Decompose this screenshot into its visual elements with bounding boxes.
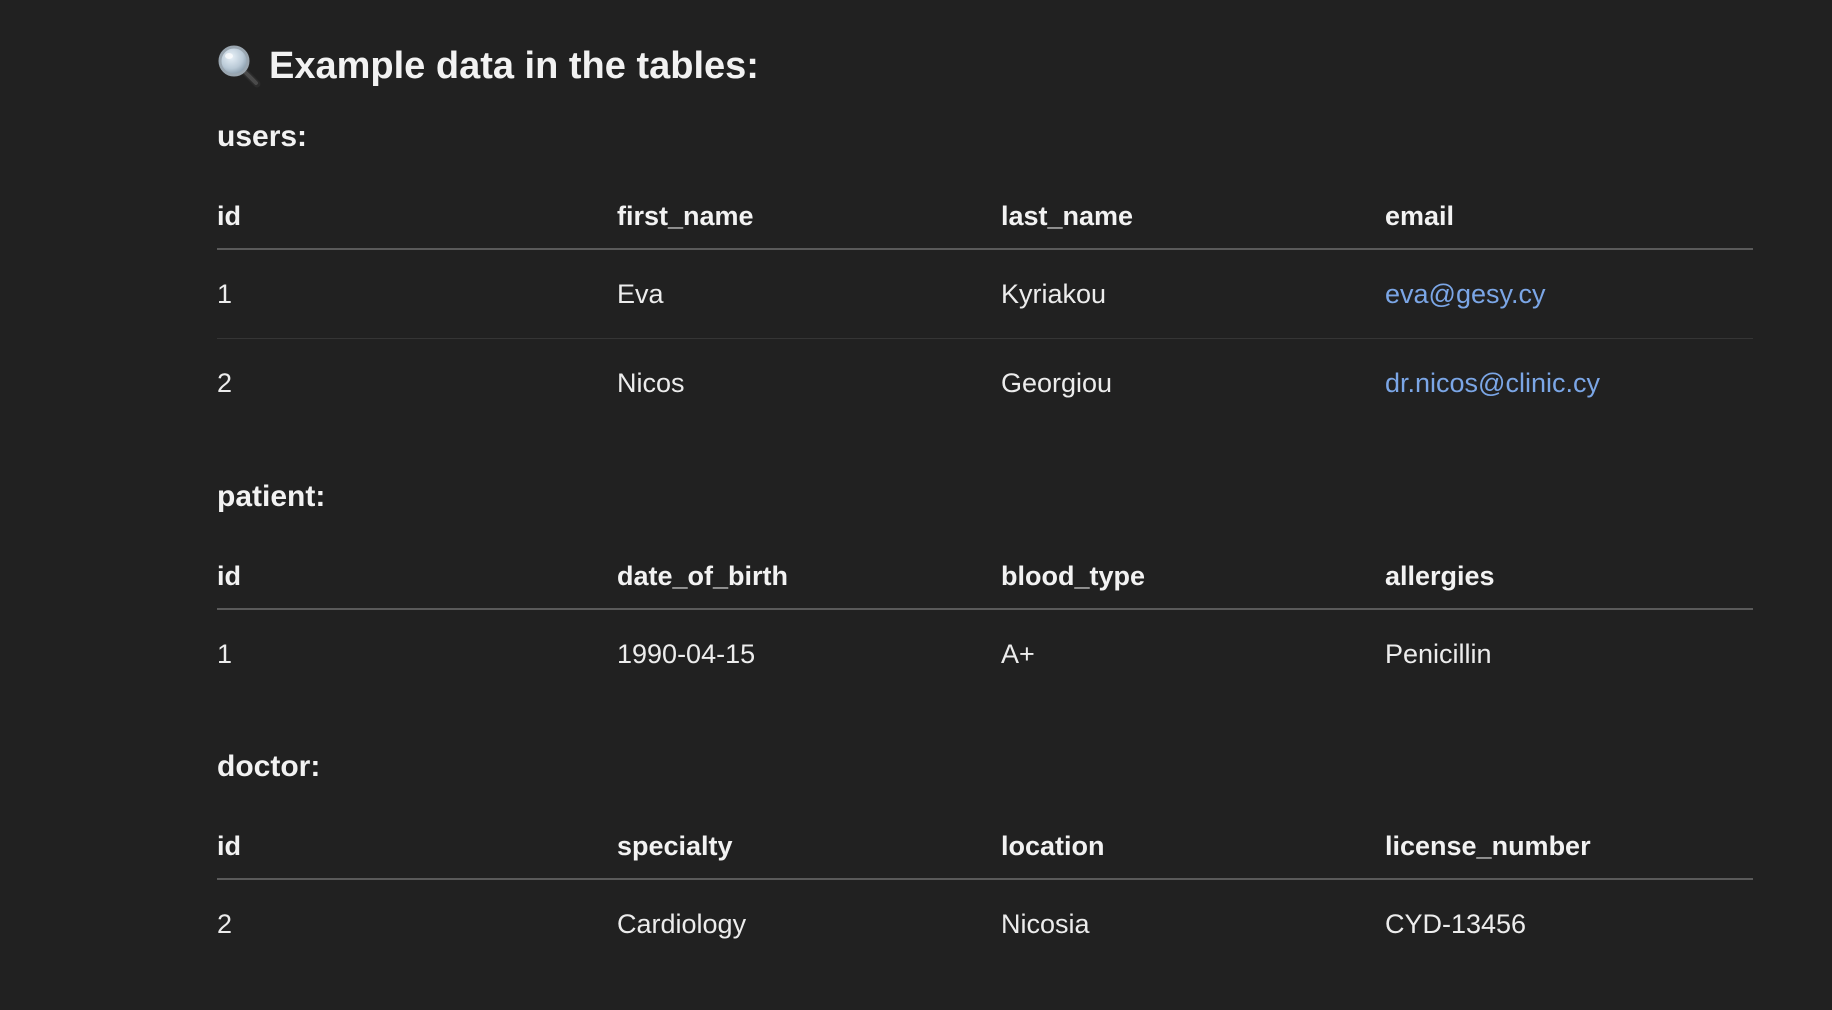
table-cell: 1990-04-15 <box>617 638 756 669</box>
patient-table: id date_of_birth blood_type allergies 1 … <box>217 544 1753 698</box>
section-title-doctor: doctor: <box>217 750 321 783</box>
table-header-row: id date_of_birth blood_type allergies <box>217 544 1753 610</box>
table-cell: 1 <box>217 638 233 669</box>
table-cell: Penicillin <box>1385 638 1492 669</box>
table-row: 1 Eva Kyriakou eva@gesy.cy <box>217 249 1753 339</box>
column-header: email <box>1385 184 1753 250</box>
table-header-row: id first_name last_name email <box>217 184 1753 250</box>
email-link[interactable]: eva@gesy.cy <box>1385 249 1753 339</box>
column-header: last_name <box>1001 184 1385 250</box>
column-header: id <box>217 814 617 880</box>
table-header-row: id specialty location license_number <box>217 814 1753 880</box>
column-header: location <box>1001 814 1385 880</box>
section-title-users: users: <box>217 120 308 153</box>
table-cell: Nicosia <box>1001 908 1090 939</box>
column-header: blood_type <box>1001 544 1385 610</box>
table-cell: Cardiology <box>617 908 747 939</box>
table-cell: A+ <box>1001 638 1035 669</box>
table-row: 2 Cardiology Nicosia CYD-13456 <box>217 879 1753 968</box>
column-header: allergies <box>1385 544 1753 610</box>
table-cell: 1 <box>217 278 233 309</box>
table-cell: 2 <box>217 908 233 939</box>
magnifying-glass-icon <box>217 44 261 88</box>
doctor-table: id specialty location license_number 2 C… <box>217 814 1753 968</box>
column-header: first_name <box>617 184 1001 250</box>
table-row: 2 Nicos Georgiou dr.nicos@clinic.cy <box>217 338 1753 427</box>
column-header: date_of_birth <box>617 544 1001 610</box>
table-row: 1 1990-04-15 A+ Penicillin <box>217 609 1753 698</box>
page-title-text: Example data in the tables: <box>269 44 759 87</box>
table-cell: 2 <box>217 338 617 427</box>
table-cell: Eva <box>617 278 664 309</box>
email-link[interactable]: dr.nicos@clinic.cy <box>1385 338 1753 427</box>
table-cell: Nicos <box>617 338 1001 427</box>
column-header: specialty <box>617 814 1001 880</box>
column-header: id <box>217 184 617 250</box>
users-table: id first_name last_name email 1 Eva Kyri… <box>217 184 1753 427</box>
table-cell: CYD-13456 <box>1385 908 1527 939</box>
section-title-patient: patient: <box>217 480 326 513</box>
column-header: id <box>217 544 617 610</box>
table-cell: Kyriakou <box>1001 278 1107 309</box>
page-title: Example data in the tables: <box>217 38 759 94</box>
table-cell: Georgiou <box>1001 338 1385 427</box>
column-header: license_number <box>1385 814 1753 880</box>
